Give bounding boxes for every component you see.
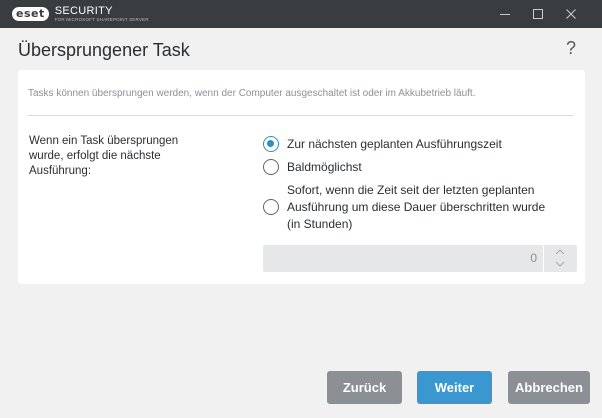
option-label: Sofort, wenn die Zeit seit der letzten g… [287,183,546,231]
option-label: Baldmöglichst [287,160,362,174]
logo-product-name: SECURITY [54,4,113,17]
chevron-up-icon [555,249,565,255]
field-label: Wenn ein Task übersprungen wurde, erfolg… [29,135,179,177]
next-button[interactable]: Weiter [417,371,492,404]
title-bar[interactable]: eset SECURITY FOR MICROSOFT SHAREPOINT S… [0,0,602,28]
option-asap[interactable]: Baldmöglichst [263,159,362,176]
close-icon [566,9,576,19]
option-next-scheduled[interactable]: Zur nächsten geplanten Ausführungszeit [263,136,502,153]
close-button[interactable] [554,0,588,28]
minimize-icon [500,14,510,15]
description-text: Tasks können übersprungen werden, wenn d… [28,88,476,99]
radio-next-scheduled[interactable] [263,136,279,152]
stepper-up-button[interactable] [553,247,567,257]
hours-stepper[interactable]: 0 [263,245,577,272]
settings-panel: Tasks können übersprungen werden, wenn d… [18,70,585,284]
divider [28,115,573,116]
page-title: Übersprungener Task [18,40,190,60]
logo-text: SECURITY FOR MICROSOFT SHAREPOINT SERVER [54,4,149,23]
chevron-down-icon [555,261,565,267]
cancel-button[interactable]: Abbrechen [508,371,590,404]
stepper-divider [543,245,544,272]
maximize-button[interactable] [521,0,555,28]
eset-logo: eset SECURITY FOR MICROSOFT SHAREPOINT S… [12,4,149,23]
radio-asap[interactable] [263,159,279,175]
option-immediately[interactable]: Sofort, wenn die Zeit seit der letzten g… [263,182,547,233]
help-button[interactable]: ? [566,38,576,59]
stepper-down-button[interactable] [553,259,567,269]
option-label: Zur nächsten geplanten Ausführungszeit [287,137,502,151]
back-button[interactable]: Zurück [327,371,402,404]
logo-product-subtitle: FOR MICROSOFT SHAREPOINT SERVER [54,16,149,22]
radio-immediately[interactable] [263,199,279,215]
minimize-button[interactable] [488,0,522,28]
hours-value[interactable]: 0 [530,251,537,265]
logo-badge: eset [12,7,49,21]
maximize-icon [533,9,543,19]
